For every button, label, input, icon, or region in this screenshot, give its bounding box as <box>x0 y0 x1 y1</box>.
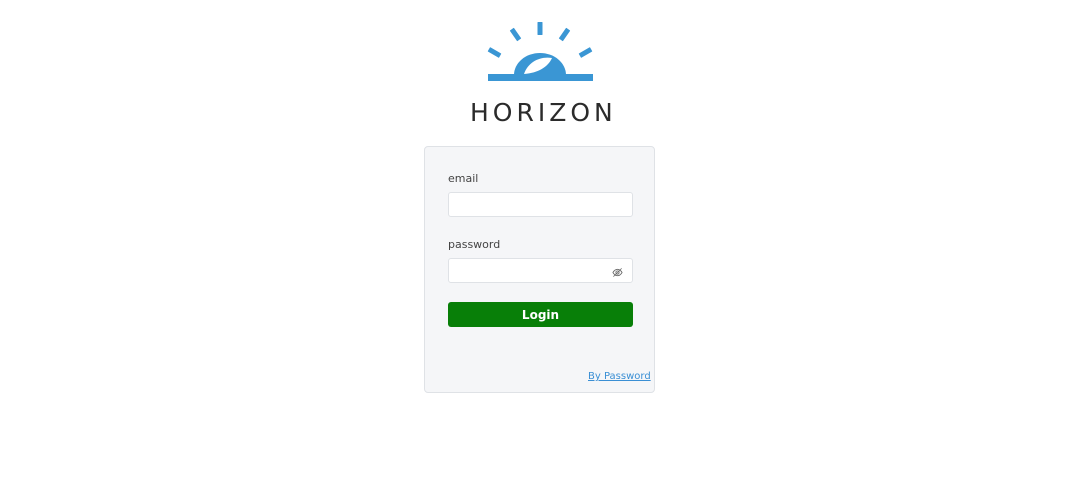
by-password-link[interactable]: By Password <box>588 371 651 382</box>
password-label: password <box>448 238 501 251</box>
password-input[interactable] <box>448 258 633 283</box>
eye-slash-icon[interactable] <box>612 265 623 277</box>
login-card: email password Login By Password <box>424 146 655 393</box>
login-button[interactable]: Login <box>448 302 633 327</box>
brand-name: HORIZON <box>470 98 617 127</box>
email-label: email <box>448 172 479 185</box>
email-input[interactable] <box>448 192 633 217</box>
login-page: HORIZON email password Login By Password <box>0 0 1080 494</box>
